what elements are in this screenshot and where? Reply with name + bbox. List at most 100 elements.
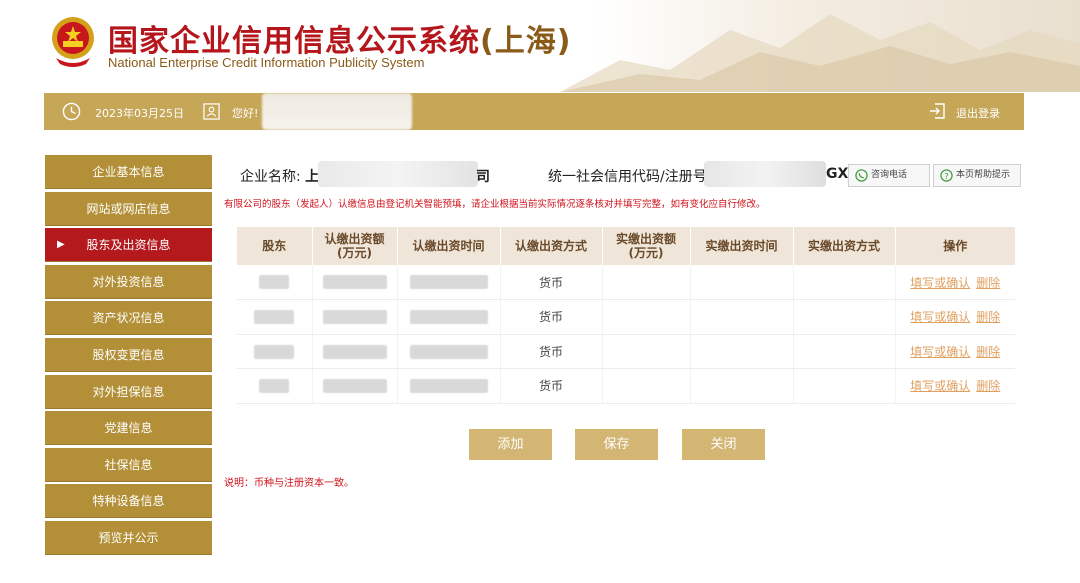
delete-link[interactable]: 删除 <box>976 379 1000 393</box>
redacted-username <box>262 93 412 130</box>
save-button[interactable]: 保存 <box>575 429 658 460</box>
sidebar-item-basic-info[interactable]: 企业基本信息 <box>45 155 212 189</box>
header-subscribed-date: 认缴出资时间 <box>397 227 501 265</box>
header-text: 认缴出资方式 <box>514 239 587 253</box>
sidebar-item-equity-change[interactable]: 股权变更信息 <box>45 337 212 372</box>
cell-paid-date <box>690 299 794 335</box>
sidebar-item-label: 资产状况信息 <box>92 311 165 326</box>
sidebar-item-label: 社保信息 <box>104 457 153 472</box>
cell-subscribed-amount <box>312 265 398 300</box>
phone-icon <box>855 169 868 182</box>
fill-confirm-link[interactable]: 填写或确认 <box>910 379 970 393</box>
page-help-button[interactable]: ? 本页帮助提示 <box>933 164 1021 187</box>
cell-subscribed-method: 货币 <box>500 265 603 300</box>
cell-paid-amount <box>602 368 691 404</box>
cell-shareholder <box>237 299 313 335</box>
close-button[interactable]: 关闭 <box>682 429 765 460</box>
national-emblem-icon <box>52 17 94 67</box>
prefill-notice: 有限公司的股东（发起人）认缴信息由登记机关智能预填，请企业根据当前实际情况逐条核… <box>224 199 766 210</box>
sidebar-item-website[interactable]: 网站或网店信息 <box>45 191 212 226</box>
delete-link[interactable]: 删除 <box>976 310 1000 324</box>
cell-subscribed-date <box>397 334 501 369</box>
redacted-cell <box>259 379 290 393</box>
cell-subscribed-date <box>397 368 501 404</box>
header-text: 股东 <box>262 239 287 253</box>
cell-subscribed-method: 货币 <box>500 299 603 335</box>
greeting-text: 您好! <box>232 107 259 120</box>
sidebar-item-assets[interactable]: 资产状况信息 <box>45 301 212 336</box>
redacted-company-name <box>318 161 478 187</box>
redacted-cell <box>254 344 295 359</box>
cell-paid-amount <box>602 299 691 335</box>
table-header-row: 股东 认缴出资额 (万元) 认缴出资时间 认缴出资方式 实缴出资额 (万元) 实… <box>237 227 1015 265</box>
company-label-text: 企业名称: <box>240 169 301 185</box>
sidebar-item-party[interactable]: 党建信息 <box>45 411 212 446</box>
sidebar-item-label: 对外投资信息 <box>92 274 165 289</box>
redacted-cell <box>409 379 488 393</box>
table-row: 货币 填写或确认 删除 <box>237 299 1015 335</box>
fill-confirm-link[interactable]: 填写或确认 <box>910 345 970 359</box>
site-title: 国家企业信用信息公示系统(上海) <box>108 16 571 60</box>
sidebar-item-label: 股权变更信息 <box>92 347 165 362</box>
header-paid-date: 实缴出资时间 <box>690 227 794 265</box>
header-paid-method: 实缴出资方式 <box>793 227 896 265</box>
sidebar-item-label: 特种设备信息 <box>92 494 165 509</box>
cell-actions: 填写或确认 删除 <box>895 368 1015 404</box>
redacted-cell <box>254 310 295 324</box>
header-text: 实缴出资方式 <box>807 239 880 253</box>
logout-link[interactable]: 退出登录 <box>956 105 1000 121</box>
redacted-credit-code <box>704 161 826 187</box>
page-help-label: 本页帮助提示 <box>956 170 1011 180</box>
cell-paid-method <box>793 265 896 300</box>
table-row: 货币 填写或确认 删除 <box>237 334 1015 369</box>
delete-link[interactable]: 删除 <box>976 345 1000 359</box>
redacted-cell <box>409 310 488 324</box>
sidebar-item-preview-publish[interactable]: 预览并公示 <box>45 520 212 555</box>
sidebar-item-investment[interactable]: 对外投资信息 <box>45 264 212 299</box>
help-icon: ? <box>940 169 953 182</box>
redacted-cell <box>322 379 387 393</box>
consult-phone-button[interactable]: 咨询电话 <box>848 164 930 187</box>
cell-paid-method <box>793 368 896 404</box>
mountain-decoration <box>560 14 1080 92</box>
redacted-cell <box>409 344 488 359</box>
cell-paid-date <box>690 265 794 300</box>
sidebar-nav: 企业基本信息 网站或网店信息 ▶ 股东及出资信息 对外投资信息 资产状况信息 股权… <box>45 155 212 558</box>
cell-subscribed-amount <box>312 299 398 335</box>
delete-link[interactable]: 删除 <box>976 276 1000 290</box>
cell-paid-date <box>690 334 794 369</box>
add-button[interactable]: 添加 <box>469 429 552 460</box>
clock-icon <box>62 102 81 121</box>
sidebar-item-shareholders[interactable]: ▶ 股东及出资信息 <box>45 228 212 263</box>
header-text: 实缴出资额 (万元) <box>615 232 676 260</box>
header-actions: 操作 <box>895 227 1015 265</box>
consult-phone-label: 咨询电话 <box>871 170 908 180</box>
redacted-cell <box>322 344 387 359</box>
cell-subscribed-amount <box>312 334 398 369</box>
cell-subscribed-date <box>397 265 501 300</box>
redacted-cell <box>409 275 488 290</box>
cell-actions: 填写或确认 删除 <box>895 334 1015 369</box>
header-text: 认缴出资额 (万元) <box>324 232 385 260</box>
header-shareholder: 股东 <box>237 227 313 265</box>
redacted-cell <box>322 310 387 324</box>
fill-confirm-link[interactable]: 填写或确认 <box>910 276 970 290</box>
site-header: 国家企业信用信息公示系统(上海) National Enterprise Cre… <box>0 0 1080 92</box>
cell-shareholder <box>237 334 313 369</box>
sidebar-item-label: 网站或网店信息 <box>86 201 171 216</box>
cell-paid-method <box>793 299 896 335</box>
header-subscribed-amount: 认缴出资额 (万元) <box>312 227 398 265</box>
cell-subscribed-method: 货币 <box>500 368 603 404</box>
redacted-cell <box>259 275 290 290</box>
redacted-cell <box>322 275 387 290</box>
svg-text:?: ? <box>944 171 948 181</box>
table-row: 货币 填写或确认 删除 <box>237 368 1015 404</box>
sidebar-item-label: 党建信息 <box>104 421 153 436</box>
current-date: 2023年03月25日 <box>95 107 184 120</box>
sidebar-item-guarantee[interactable]: 对外担保信息 <box>45 374 212 409</box>
logout-icon[interactable] <box>928 102 946 120</box>
sidebar-item-special-equipment[interactable]: 特种设备信息 <box>45 484 212 519</box>
fill-confirm-link[interactable]: 填写或确认 <box>910 310 970 324</box>
site-title-region: (上海) <box>480 24 572 59</box>
sidebar-item-social-security[interactable]: 社保信息 <box>45 447 212 482</box>
